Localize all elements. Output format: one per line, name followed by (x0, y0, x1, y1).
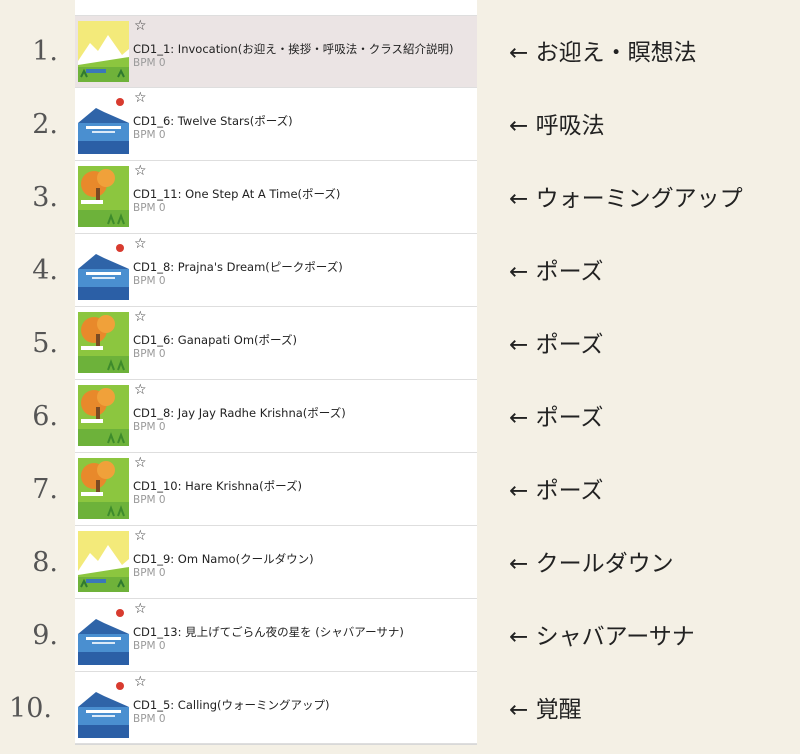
favorite-star-icon[interactable]: ☆ (134, 164, 147, 178)
track-row[interactable]: ☆ CD1_1: Invocation(お迎え・挨拶・呼吸法・クラス紹介説明) BP… (75, 15, 477, 88)
album-art-thumbnail (78, 312, 129, 373)
track-bpm: BPM 0 (133, 640, 166, 652)
track-bpm: BPM 0 (133, 202, 166, 214)
playlist-panel: ☆ CD1_1: Invocation(お迎え・挨拶・呼吸法・クラス紹介説明) BP… (75, 0, 477, 745)
track-row[interactable]: ☆ CD1_6: Ganapati Om(ポーズ) BPM 0 (75, 307, 477, 380)
phase-annotation: ← ウォーミングアップ (509, 186, 743, 212)
track-title: CD1_9: Om Namo(クールダウン) (133, 552, 314, 566)
album-art-thumbnail (78, 531, 129, 592)
track-number: 1. (32, 36, 58, 67)
phase-annotation: ← お迎え・瞑想法 (509, 40, 697, 66)
track-bpm: BPM 0 (133, 275, 166, 287)
track-number: 8. (32, 547, 58, 578)
track-number: 6. (32, 401, 58, 432)
album-art-thumbnail (78, 385, 129, 446)
track-row[interactable]: ☆ CD1_9: Om Namo(クールダウン) BPM 0 (75, 526, 477, 599)
album-art-thumbnail (78, 93, 129, 154)
track-row[interactable]: ☆ CD1_6: Twelve Stars(ポーズ) BPM 0 (75, 88, 477, 161)
favorite-star-icon[interactable]: ☆ (134, 91, 147, 105)
track-number: 3. (32, 182, 58, 213)
phase-annotation: ← ポーズ (509, 332, 604, 358)
track-number: 5. (32, 328, 58, 359)
favorite-star-icon[interactable]: ☆ (134, 675, 147, 689)
track-row[interactable]: ☆ CD1_5: Calling(ウォーミングアップ) BPM 0 (75, 672, 477, 744)
track-title: CD1_8: Prajna's Dream(ピークポーズ) (133, 260, 343, 274)
track-bpm: BPM 0 (133, 567, 166, 579)
album-art-thumbnail (78, 166, 129, 227)
favorite-star-icon[interactable]: ☆ (134, 602, 147, 616)
track-title: CD1_5: Calling(ウォーミングアップ) (133, 698, 330, 712)
track-title: CD1_1: Invocation(お迎え・挨拶・呼吸法・クラス紹介説明) (133, 42, 454, 56)
track-bpm: BPM 0 (133, 421, 166, 433)
track-bpm: BPM 0 (133, 348, 166, 360)
phase-annotation: ← クールダウン (509, 551, 674, 577)
track-number: 2. (32, 109, 58, 140)
track-title: CD1_13: 見上げてごらん夜の星を (シャバアーサナ) (133, 625, 404, 639)
favorite-star-icon[interactable]: ☆ (134, 19, 147, 33)
phase-annotation: ← 呼吸法 (509, 113, 605, 139)
track-bpm: BPM 0 (133, 57, 166, 69)
track-bpm: BPM 0 (133, 129, 166, 141)
track-title: CD1_6: Twelve Stars(ポーズ) (133, 114, 293, 128)
favorite-star-icon[interactable]: ☆ (134, 456, 147, 470)
track-row[interactable]: ☆ CD1_13: 見上げてごらん夜の星を (シャバアーサナ) BPM 0 (75, 599, 477, 672)
favorite-star-icon[interactable]: ☆ (134, 529, 147, 543)
track-row[interactable]: ☆ CD1_8: Jay Jay Radhe Krishna(ポーズ) BPM 0 (75, 380, 477, 453)
track-title: CD1_11: One Step At A Time(ポーズ) (133, 187, 341, 201)
track-row[interactable]: ☆ CD1_8: Prajna's Dream(ピークポーズ) BPM 0 (75, 234, 477, 307)
favorite-star-icon[interactable]: ☆ (134, 237, 147, 251)
album-art-thumbnail (78, 458, 129, 519)
favorite-star-icon[interactable]: ☆ (134, 383, 147, 397)
album-art-thumbnail (78, 604, 129, 665)
track-number: 9. (32, 620, 58, 651)
track-row[interactable]: ☆ CD1_11: One Step At A Time(ポーズ) BPM 0 (75, 161, 477, 234)
phase-annotation: ← シャバアーサナ (509, 624, 695, 650)
phase-annotation: ← 覚醒 (509, 697, 582, 723)
album-art-thumbnail (78, 21, 129, 82)
track-row[interactable]: ☆ CD1_10: Hare Krishna(ポーズ) BPM 0 (75, 453, 477, 526)
phase-annotation: ← ポーズ (509, 405, 604, 431)
track-number: 10. (9, 693, 52, 724)
album-art-thumbnail (78, 239, 129, 300)
phase-annotation: ← ポーズ (509, 478, 604, 504)
track-bpm: BPM 0 (133, 713, 166, 725)
album-art-thumbnail (78, 677, 129, 738)
track-title: CD1_6: Ganapati Om(ポーズ) (133, 333, 297, 347)
track-number: 4. (32, 255, 58, 286)
track-bpm: BPM 0 (133, 494, 166, 506)
track-number: 7. (32, 474, 58, 505)
track-title: CD1_10: Hare Krishna(ポーズ) (133, 479, 302, 493)
favorite-star-icon[interactable]: ☆ (134, 310, 147, 324)
track-title: CD1_8: Jay Jay Radhe Krishna(ポーズ) (133, 406, 346, 420)
phase-annotation: ← ポーズ (509, 259, 604, 285)
